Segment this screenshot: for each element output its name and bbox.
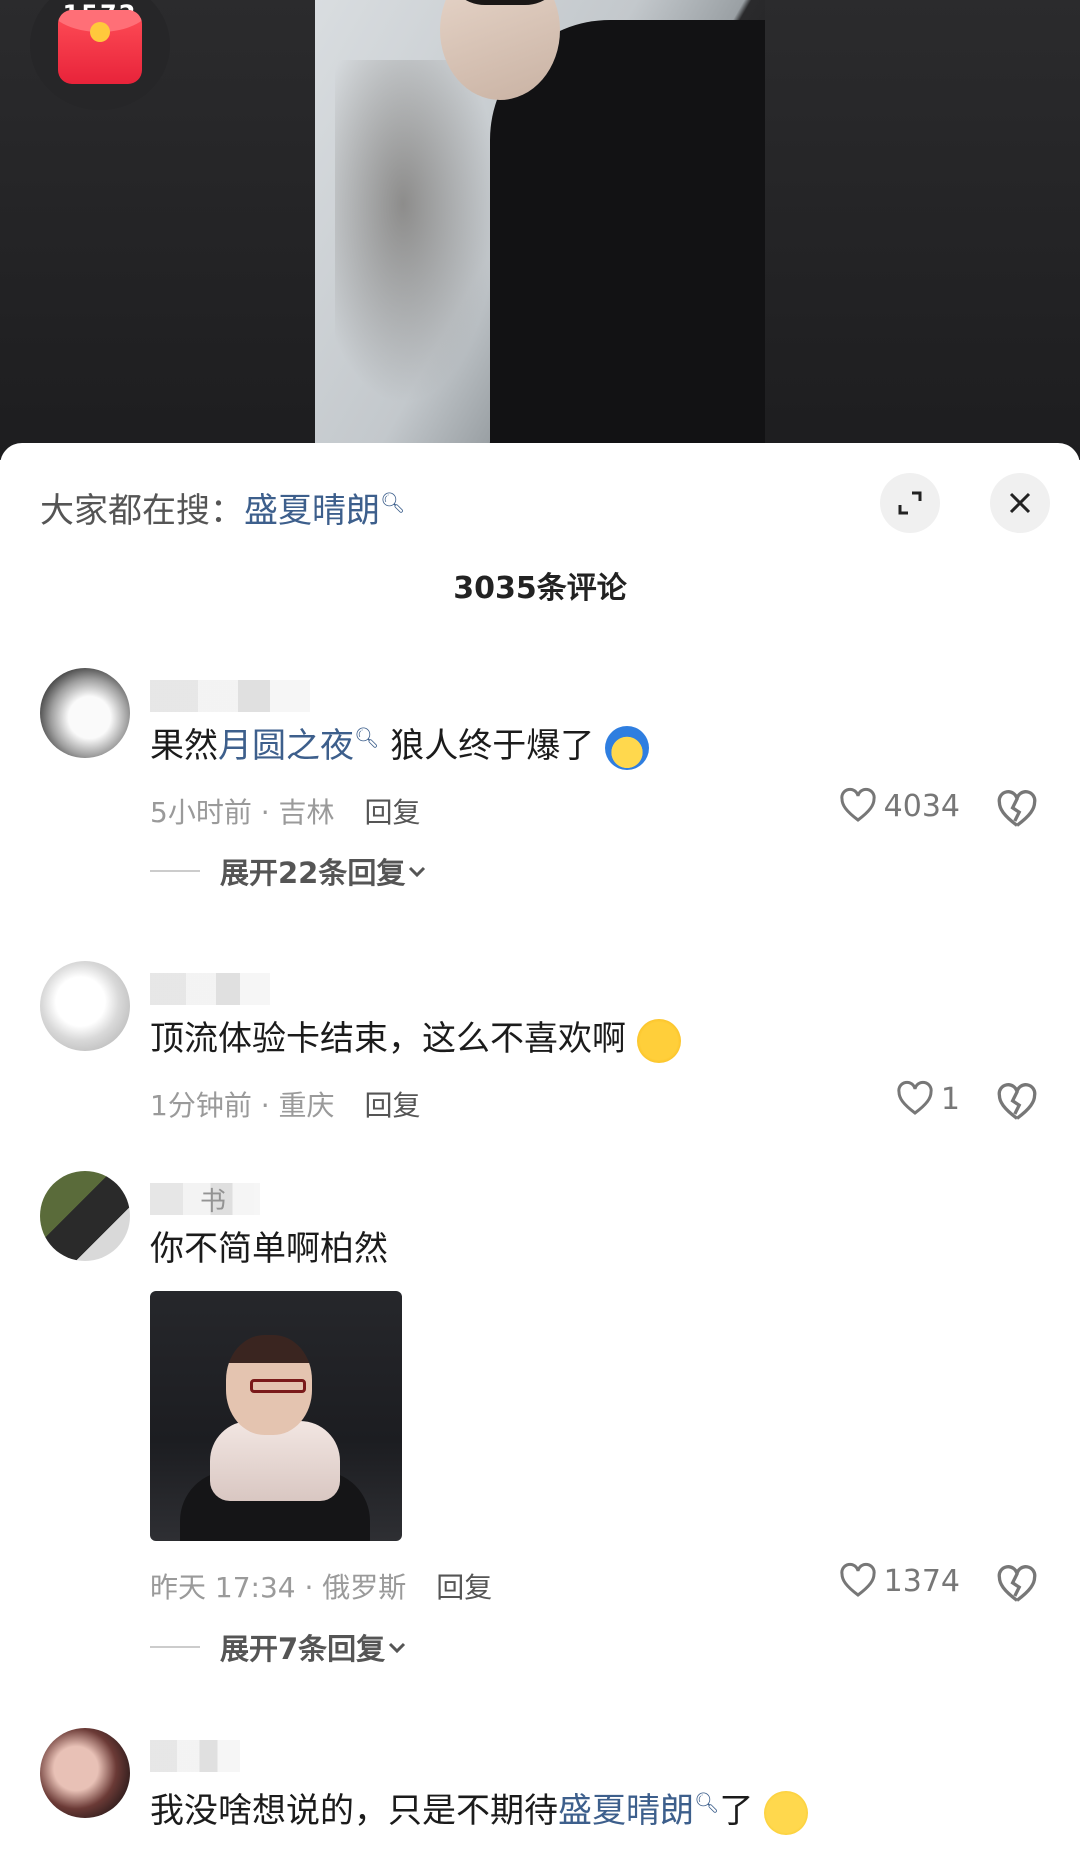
reply-button[interactable]: 回复 [365, 796, 421, 829]
reply-button[interactable]: 回复 [365, 1089, 421, 1122]
comments-count: 3035条评论 [453, 571, 627, 606]
avatar[interactable] [40, 668, 130, 758]
chevron-down-icon [389, 1642, 406, 1654]
dislike-broken-heart-icon[interactable] [995, 1563, 1039, 1607]
like-button[interactable]: 1 [895, 1079, 960, 1119]
username-blurred[interactable] [150, 1740, 240, 1772]
expand-replies-button[interactable]: 展开7条回复 [150, 1626, 409, 1668]
username-blurred[interactable] [150, 680, 310, 712]
time-location: 1分钟前 · 重庆 [150, 1089, 335, 1122]
close-button[interactable] [990, 473, 1050, 533]
comment-meta: 5小时前 · 吉林 回复 [150, 791, 421, 831]
comment-text: 我没啥想说的，只是不期待盛夏晴朗🔍︎了 [150, 1783, 809, 1835]
comment-item: 书 你不简单啊柏然 昨天 17:34 · 俄罗斯 回复 1374 展开7条回复 [0, 1171, 1080, 1691]
divider-dash [150, 870, 200, 872]
avatar[interactable] [40, 961, 130, 1051]
comment-meta: 昨天 17:34 · 俄罗斯 回复 [150, 1566, 492, 1606]
keyword-link[interactable]: 盛夏晴朗 [558, 1791, 694, 1831]
username-partial: 书 [200, 1187, 227, 1217]
video-frame-image [315, 0, 765, 460]
expand-replies-button[interactable]: 展开22条回复 [150, 850, 429, 892]
comment-text: 你不简单啊柏然 [150, 1229, 388, 1269]
close-icon [1009, 492, 1031, 514]
expand-icon [898, 491, 922, 515]
chevron-down-icon [409, 866, 426, 878]
branch-shadow [335, 60, 505, 420]
like-count: 1374 [883, 1563, 960, 1599]
dislike-broken-heart-icon[interactable] [995, 1081, 1039, 1125]
dislike-broken-heart-icon[interactable] [995, 788, 1039, 832]
video-player[interactable]: 1572 [0, 0, 1080, 460]
search-icon: 🔍︎ [380, 490, 406, 515]
divider-dash [150, 1646, 200, 1648]
like-count: 1 [940, 1081, 960, 1117]
time-location: 昨天 17:34 · 俄罗斯 [150, 1571, 407, 1604]
comment-item: 我没啥想说的，只是不期待盛夏晴朗🔍︎了 [0, 1728, 1080, 1848]
expand-button[interactable] [880, 473, 940, 533]
search-icon: 🔍︎ [694, 1790, 720, 1815]
username-blurred[interactable]: 书 [150, 1183, 260, 1217]
comment-item: 顶流体验卡结束，这么不喜欢啊 1分钟前 · 重庆 回复 1 [0, 961, 1080, 1141]
comments-sheet: 大家都在搜：盛夏晴朗🔍︎ 3035条评论 果然月圆之夜🔍︎ 狼人终于爆了 5小时… [0, 443, 1080, 1850]
like-count: 4034 [883, 788, 960, 824]
heart-icon [840, 1562, 876, 1597]
comment-meta: 1分钟前 · 重庆 回复 [150, 1084, 421, 1124]
search-prefix: 大家都在搜： [40, 491, 244, 531]
heart-icon [897, 1080, 933, 1115]
like-button[interactable]: 4034 [838, 786, 960, 826]
keyword-link[interactable]: 月圆之夜 [218, 726, 354, 766]
smug-emoji-icon [764, 1790, 809, 1835]
reply-button[interactable]: 回复 [436, 1571, 492, 1604]
cold-sweat-emoji-icon [605, 725, 650, 770]
search-icon: 🔍︎ [354, 725, 380, 750]
sheet-header: 大家都在搜：盛夏晴朗🔍︎ 3035条评论 [0, 443, 1080, 606]
comment-image[interactable] [150, 1291, 402, 1541]
avatar[interactable] [40, 1171, 130, 1261]
comment-text: 果然月圆之夜🔍︎ 狼人终于爆了 [150, 718, 650, 770]
image-glasses [250, 1379, 306, 1393]
red-packet-widget[interactable]: 1572 [30, 0, 170, 110]
comment-text: 顶流体验卡结束，这么不喜欢啊 [150, 1011, 681, 1063]
search-keyword-link[interactable]: 盛夏晴朗 [244, 491, 380, 531]
heart-icon [840, 787, 876, 822]
comment-item: 果然月圆之夜🔍︎ 狼人终于爆了 5小时前 · 吉林 回复 4034 展开22条回复 [0, 668, 1080, 898]
avatar[interactable] [40, 1728, 130, 1818]
trending-search-hint[interactable]: 大家都在搜：盛夏晴朗🔍︎ [40, 483, 405, 532]
red-envelope-icon [58, 10, 142, 84]
laughing-crying-emoji-icon [636, 1018, 681, 1063]
time-location: 5小时前 · 吉林 [150, 796, 335, 829]
username-blurred[interactable] [150, 973, 270, 1005]
like-button[interactable]: 1374 [838, 1561, 960, 1601]
